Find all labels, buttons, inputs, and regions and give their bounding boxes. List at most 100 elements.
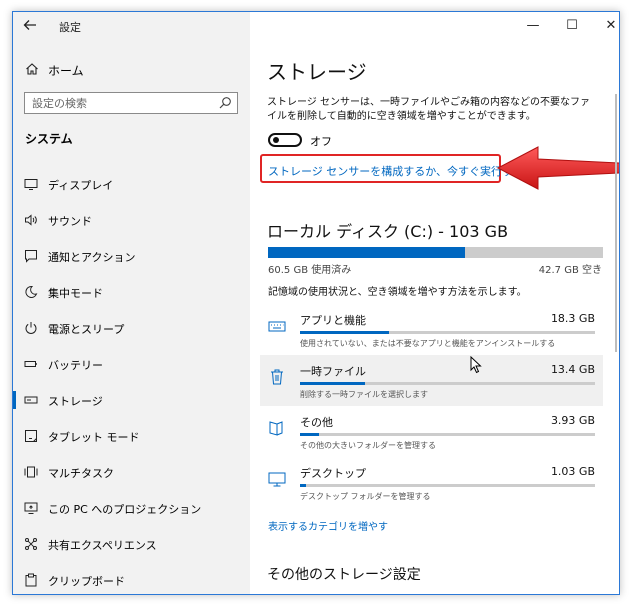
search-input[interactable] <box>25 93 219 113</box>
close-button[interactable]: ✕ <box>601 18 619 33</box>
other-storage-settings-title: その他のストレージ設定 <box>267 567 421 583</box>
sidebar-home[interactable]: ホーム <box>13 58 250 82</box>
page-title: ストレージ <box>267 60 367 84</box>
home-icon <box>26 63 38 75</box>
category-bar <box>300 382 595 385</box>
category-description: 削除する一時ファイルを選択します <box>300 390 428 399</box>
projection-icon <box>24 502 38 514</box>
storage-sense-description: ストレージ センサーは、一時ファイルやごみ箱の内容などの不要なファイルを削除して… <box>267 97 590 122</box>
category-apps[interactable]: アプリと機能 18.3 GB 使用されていない、または不要なアプリと機能をアンイ… <box>260 304 603 355</box>
sidebar-item-label: サウンド <box>48 215 92 228</box>
sidebar-home-label: ホーム <box>48 64 84 78</box>
free-space-label: 42.7 GB 空き <box>538 265 602 276</box>
sidebar-item-multitask[interactable]: マルチタスク <box>13 454 250 490</box>
sidebar-item-battery[interactable]: バッテリー <box>13 346 250 382</box>
settings-window: 設定 ホーム システム ディスプレイ サウンド 通知とアクション <box>12 11 620 595</box>
sidebar-item-clipboard[interactable]: クリップボード <box>13 562 250 594</box>
display-icon <box>24 179 38 190</box>
sidebar-item-label: 集中モード <box>48 287 103 300</box>
category-size: 1.03 GB <box>550 465 595 478</box>
sidebar-nav: ディスプレイ サウンド 通知とアクション 集中モード 電源とスリープ バッテリー <box>13 166 250 594</box>
trash-icon <box>271 369 283 385</box>
category-other[interactable]: その他 3.93 GB その他の大きいフォルダーを管理する <box>260 406 603 457</box>
drive-usage-fill <box>268 247 465 258</box>
maximize-button[interactable]: ☐ <box>562 18 582 33</box>
usage-description: 記憶域の使用状況と、空き領域を増やす方法を示します。 <box>268 287 527 298</box>
sidebar-item-tablet[interactable]: タブレット モード <box>13 418 250 454</box>
folder-icon <box>269 421 283 436</box>
category-bar <box>300 484 595 487</box>
sidebar: 設定 ホーム システム ディスプレイ サウンド 通知とアクション <box>13 12 250 594</box>
sidebar-item-focus[interactable]: 集中モード <box>13 274 250 310</box>
category-description: その他の大きいフォルダーを管理する <box>300 441 436 450</box>
section-title: システム <box>25 132 73 146</box>
category-list: アプリと機能 18.3 GB 使用されていない、または不要なアプリと機能をアンイ… <box>260 304 603 508</box>
back-arrow-icon <box>23 20 36 30</box>
sidebar-item-label: バッテリー <box>48 359 103 372</box>
back-button[interactable] <box>23 18 41 36</box>
title-bar: 設定 <box>13 12 250 42</box>
category-name: デスクトップ <box>300 467 366 480</box>
tablet-icon <box>25 430 37 442</box>
monitor-icon <box>268 472 286 487</box>
sidebar-item-label: 共有エクスペリエンス <box>48 539 157 552</box>
app-title: 設定 <box>59 21 81 34</box>
sidebar-item-display[interactable]: ディスプレイ <box>13 166 250 202</box>
sidebar-item-storage[interactable]: ストレージ <box>13 382 250 418</box>
sidebar-item-label: 通知とアクション <box>48 251 136 264</box>
drive-title: ローカル ディスク (C:) - 103 GB <box>267 222 509 241</box>
settings-search[interactable] <box>24 92 238 114</box>
category-size: 18.3 GB <box>550 312 595 325</box>
multitask-icon <box>24 466 38 478</box>
toggle-knob <box>273 137 279 143</box>
configure-storage-sense-link[interactable]: ストレージ センサーを構成するか、今すぐ実行する <box>268 163 524 179</box>
battery-icon <box>24 361 37 367</box>
sidebar-item-sound[interactable]: サウンド <box>13 202 250 238</box>
storage-sense-toggle[interactable] <box>268 133 302 147</box>
sidebar-item-label: タブレット モード <box>48 431 140 444</box>
search-icon[interactable] <box>218 96 232 110</box>
sidebar-item-label: クリップボード <box>48 575 125 588</box>
scrollbar[interactable] <box>615 94 617 352</box>
category-description: 使用されていない、または不要なアプリと機能をアンインストールする <box>300 339 556 348</box>
category-name: その他 <box>300 416 333 429</box>
used-space-label: 60.5 GB 使用済み <box>268 265 352 276</box>
sidebar-item-notifications[interactable]: 通知とアクション <box>13 238 250 274</box>
main-content: — ☐ ✕ ストレージ ストレージ センサーは、一時ファイルやごみ箱の内容などの… <box>250 12 619 594</box>
category-name: アプリと機能 <box>300 314 366 327</box>
sidebar-item-label: マルチタスク <box>48 467 114 480</box>
drive-usage-bar <box>268 247 603 258</box>
category-size: 3.93 GB <box>550 414 595 427</box>
clipboard-icon <box>25 573 37 587</box>
category-bar <box>300 433 595 436</box>
sidebar-item-label: ストレージ <box>48 395 103 408</box>
speaker-icon <box>25 214 37 226</box>
category-bar-fill <box>300 382 365 385</box>
category-bar <box>300 331 595 334</box>
toggle-state-label: オフ <box>310 135 332 148</box>
share-icon <box>25 538 37 550</box>
keyboard-icon <box>268 321 286 332</box>
moon-icon <box>25 285 38 298</box>
category-desktop[interactable]: デスクトップ 1.03 GB デスクトップ フォルダーを管理する <box>260 457 603 508</box>
notification-icon <box>25 250 37 263</box>
power-icon <box>25 322 37 334</box>
category-description: デスクトップ フォルダーを管理する <box>300 492 431 501</box>
sidebar-item-label: 電源とスリープ <box>48 323 125 336</box>
sidebar-item-projection[interactable]: この PC へのプロジェクション <box>13 490 250 526</box>
category-bar-fill <box>300 331 389 334</box>
sidebar-item-label: ディスプレイ <box>48 179 114 192</box>
category-temp-files[interactable]: 一時ファイル 13.4 GB 削除する一時ファイルを選択します <box>260 355 603 406</box>
minimize-button[interactable]: — <box>523 18 543 33</box>
sidebar-item-shared[interactable]: 共有エクスペリエンス <box>13 526 250 562</box>
category-name: 一時ファイル <box>300 365 366 378</box>
red-arrow-annotation <box>496 146 619 190</box>
category-bar-fill <box>300 433 320 436</box>
storage-icon <box>24 396 38 404</box>
show-more-categories-link[interactable]: 表示するカテゴリを増やす <box>268 518 388 533</box>
sidebar-item-power[interactable]: 電源とスリープ <box>13 310 250 346</box>
mouse-cursor-icon <box>470 356 482 374</box>
category-bar-fill <box>300 484 306 487</box>
category-size: 13.4 GB <box>550 363 595 376</box>
sidebar-item-label: この PC へのプロジェクション <box>48 503 202 516</box>
